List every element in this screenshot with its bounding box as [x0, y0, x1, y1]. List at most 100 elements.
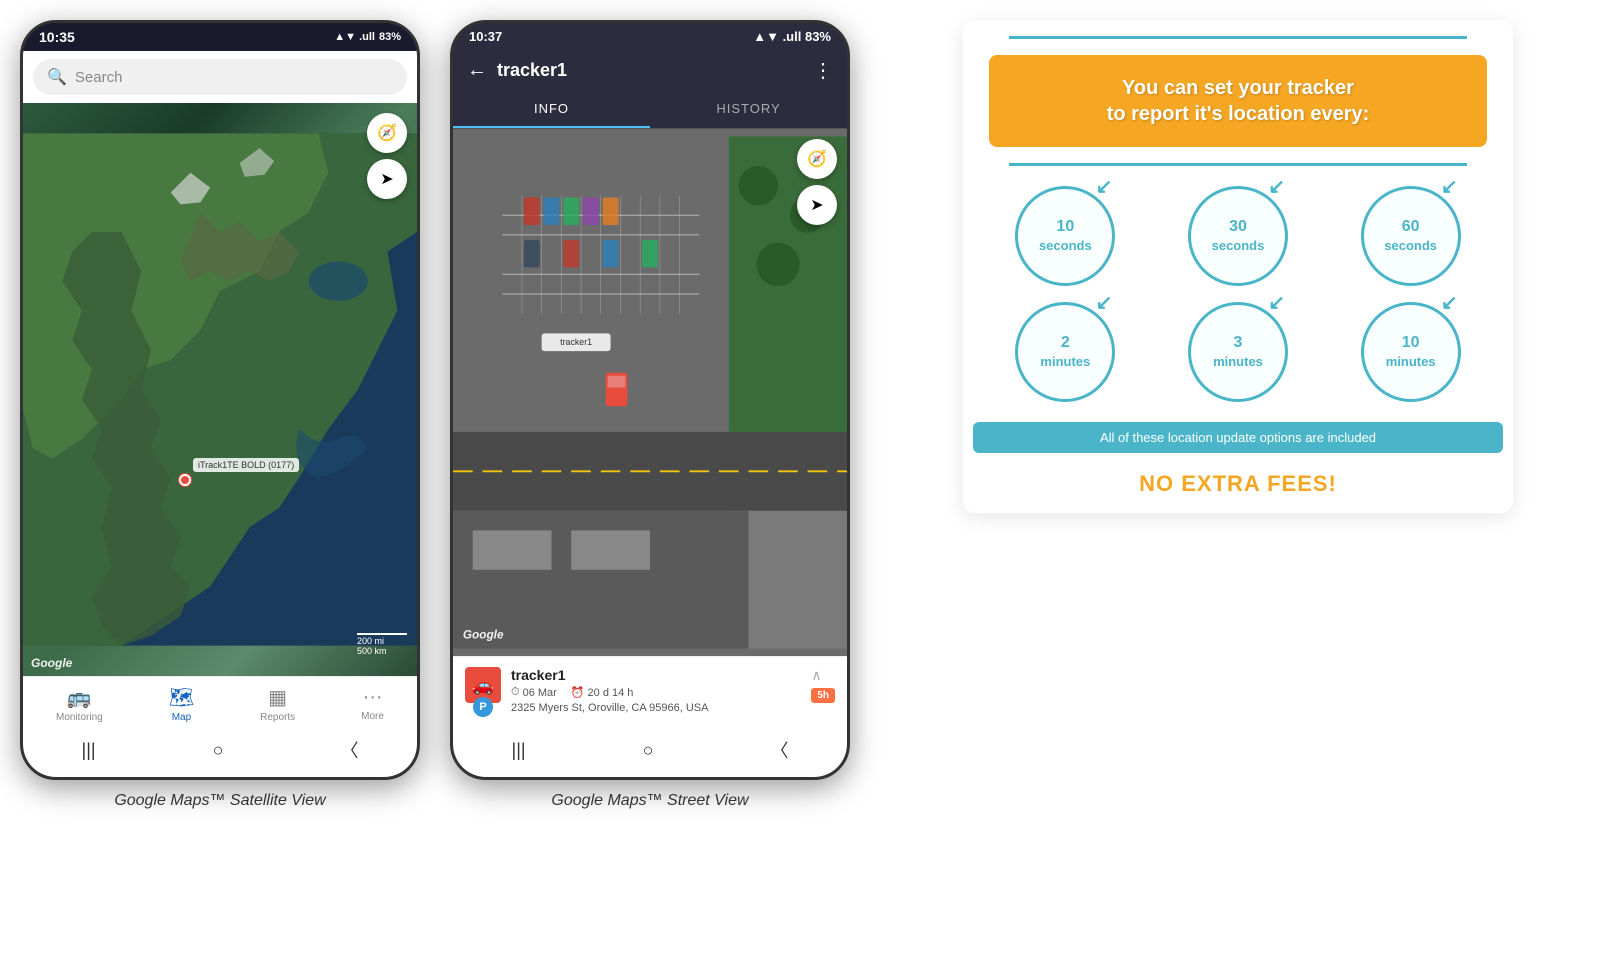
- menu-btn[interactable]: |||: [82, 740, 96, 761]
- right-phone-frame: 10:37 ▲▼ .ull 83% ← tracker1 ⋮ INFO HIST…: [450, 20, 850, 780]
- google-watermark: Google: [31, 656, 72, 670]
- circle-60s-shape: ↙ 60seconds: [1361, 186, 1461, 286]
- scroll-up-icon: ∧: [811, 667, 821, 684]
- tracker-icon-container: 🚗 P: [465, 667, 501, 717]
- more-icon: ···: [363, 686, 383, 709]
- info-box: You can set your trackerto report it's l…: [963, 20, 1513, 513]
- right-caption: Google Maps™ Street View: [551, 792, 748, 810]
- back-btn[interactable]: 〈: [340, 737, 358, 763]
- left-time: 10:35: [39, 29, 75, 45]
- scale-200mi: 200 mi: [357, 636, 407, 646]
- right-home-btn[interactable]: ○: [643, 740, 654, 761]
- back-button[interactable]: ←: [467, 59, 487, 82]
- clock-icon: ⏱: [511, 686, 520, 699]
- circle-10m-text: 10minutes: [1386, 333, 1436, 371]
- time-icon: ⏰: [571, 686, 585, 699]
- nav-reports[interactable]: ▦ Reports: [260, 685, 295, 723]
- compass-button[interactable]: 🧭: [367, 113, 407, 153]
- reports-icon: ▦: [268, 685, 287, 710]
- circle-2m-shape: ↙ 2minutes: [1015, 302, 1115, 402]
- tab-history[interactable]: HISTORY: [650, 91, 847, 128]
- right-menu-btn[interactable]: |||: [512, 740, 526, 761]
- satellite-map: 🧭 ➤ iTrack1TE BOLD (0177) Google 200 mi …: [23, 103, 417, 676]
- right-status-icons: ▲▼ .ull 83%: [753, 29, 831, 44]
- search-input[interactable]: 🔍 Search: [33, 59, 407, 95]
- aerial-svg: tracker1 Google: [453, 129, 847, 656]
- circle-10s-text: 10seconds: [1039, 217, 1092, 255]
- scale-500km: 500 km: [357, 646, 407, 656]
- circle-30s-shape: ↙ 30seconds: [1188, 186, 1288, 286]
- nav-monitoring[interactable]: 🚌 Monitoring: [56, 685, 103, 723]
- parking-badge: P: [473, 697, 493, 717]
- info-date: ⏱ 06 Mar: [511, 686, 557, 699]
- more-label: More: [361, 711, 384, 722]
- tracker-title: tracker1: [497, 60, 803, 81]
- circle-3m-text: 3minutes: [1213, 333, 1263, 371]
- svg-text:tracker1: tracker1: [560, 337, 592, 347]
- map-svg: [23, 103, 417, 676]
- info-details: tracker1 ⏱ 06 Mar ⏰ 20 d 14 h 2325 Myers…: [511, 667, 801, 714]
- left-sys-nav[interactable]: ||| ○ 〈: [23, 727, 417, 777]
- satellite-map-area[interactable]: 🧭 ➤ iTrack1TE BOLD (0177) Google 200 mi …: [23, 103, 417, 676]
- reports-label: Reports: [260, 712, 295, 723]
- circle-3m: ↙ 3minutes: [1160, 302, 1317, 402]
- right-map-controls[interactable]: 🧭 ➤: [797, 139, 837, 225]
- info-duration: ⏰ 20 d 14 h: [571, 686, 634, 699]
- home-btn[interactable]: ○: [213, 740, 224, 761]
- right-back-btn[interactable]: 〈: [770, 737, 788, 763]
- circle-10s: ↙ 10seconds: [987, 186, 1144, 286]
- right-time: 10:37: [469, 29, 502, 44]
- tracker-label: iTrack1TE BOLD (0177): [193, 458, 299, 472]
- nav-more[interactable]: ··· More: [361, 686, 384, 722]
- info-card: 🚗 P tracker1 ⏱ 06 Mar ⏰ 20 d 14 h 2325 M…: [453, 656, 847, 727]
- left-phone-container: 10:35 ▲▼ .ull 83% 🔍 Search: [0, 0, 430, 820]
- tab-info[interactable]: INFO: [453, 91, 650, 128]
- left-phone-frame: 10:35 ▲▼ .ull 83% 🔍 Search: [20, 20, 420, 780]
- footer-banner-text: All of these location update options are…: [1100, 430, 1376, 445]
- circle-2m-text: 2minutes: [1040, 333, 1090, 371]
- info-panel: You can set your trackerto report it's l…: [860, 0, 1616, 533]
- left-caption: Google Maps™ Satellite View: [114, 792, 325, 810]
- svg-text:Google: Google: [463, 628, 504, 642]
- nav-map[interactable]: 🗺 Map: [169, 685, 194, 723]
- aerial-map: tracker1 Google 🧭 ➤: [453, 129, 847, 656]
- circle-2m: ↙ 2minutes: [987, 302, 1144, 402]
- info-tracker-name: tracker1: [511, 667, 801, 683]
- map-controls[interactable]: 🧭 ➤: [367, 113, 407, 199]
- search-bar[interactable]: 🔍 Search: [23, 51, 417, 103]
- menu-button[interactable]: ⋮: [813, 58, 833, 83]
- footer-banner: All of these location update options are…: [973, 422, 1503, 453]
- battery-indicator: 83%: [379, 31, 401, 43]
- tabs-bar[interactable]: INFO HISTORY: [453, 91, 847, 129]
- no-fees-text: NO EXTRA FEES!: [963, 463, 1513, 513]
- bottom-nav[interactable]: 🚌 Monitoring 🗺 Map ▦ Reports ··· More: [23, 676, 417, 727]
- right-battery: 83%: [805, 29, 831, 44]
- circle-3m-shape: ↙ 3minutes: [1188, 302, 1288, 402]
- right-signal-icon: ▲▼ .ull: [753, 29, 801, 44]
- circle-60s: ↙ 60seconds: [1332, 186, 1489, 286]
- monitoring-label: Monitoring: [56, 712, 103, 723]
- signal-icon: ▲▼ .ull: [334, 31, 375, 43]
- scale-bar: 200 mi 500 km: [357, 633, 407, 656]
- map-label: Map: [172, 712, 191, 723]
- circle-30s-text: 30seconds: [1212, 217, 1265, 255]
- navigate-button[interactable]: ➤: [367, 159, 407, 199]
- info-header-text: You can set your trackerto report it's l…: [1013, 75, 1463, 127]
- circle-10s-shape: ↙ 10seconds: [1015, 186, 1115, 286]
- info-header: You can set your trackerto report it's l…: [989, 55, 1487, 147]
- right-sys-nav[interactable]: ||| ○ 〈: [453, 727, 847, 777]
- tracker-header: ← tracker1 ⋮: [453, 50, 847, 91]
- street-map[interactable]: tracker1 Google 🧭 ➤: [453, 129, 847, 656]
- circle-10m: ↙ 10minutes: [1332, 302, 1489, 402]
- time-badge: 5h: [811, 688, 835, 703]
- left-status-bar: 10:35 ▲▼ .ull 83%: [23, 23, 417, 51]
- circle-60s-text: 60seconds: [1384, 217, 1437, 255]
- right-compass-button[interactable]: 🧭: [797, 139, 837, 179]
- circle-30s: ↙ 30seconds: [1160, 186, 1317, 286]
- right-phone-container: 10:37 ▲▼ .ull 83% ← tracker1 ⋮ INFO HIST…: [430, 0, 860, 820]
- info-address: 2325 Myers St, Oroville, CA 95966, USA: [511, 702, 801, 714]
- info-meta: ⏱ 06 Mar ⏰ 20 d 14 h: [511, 686, 801, 699]
- right-navigate-button[interactable]: ➤: [797, 185, 837, 225]
- circle-10m-shape: ↙ 10minutes: [1361, 302, 1461, 402]
- right-status-bar: 10:37 ▲▼ .ull 83%: [453, 23, 847, 50]
